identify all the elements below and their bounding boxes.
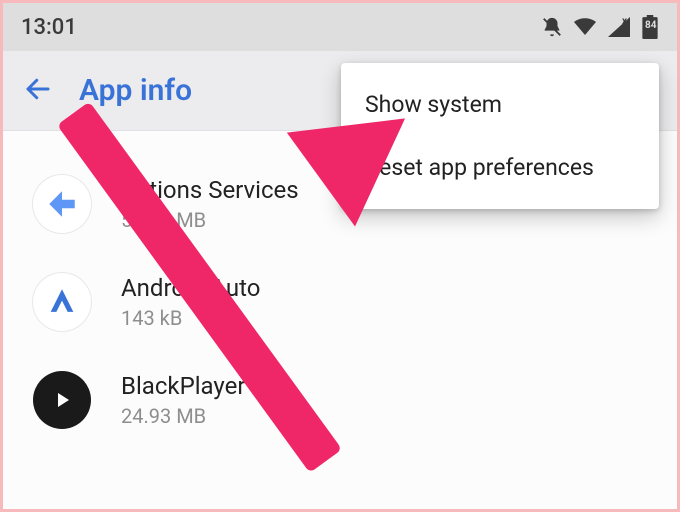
app-row[interactable]: Android Auto 143 kB [3,253,677,351]
status-icons: x 84 [541,15,659,39]
app-icon-actions-services [33,175,91,233]
page-title: App info [79,73,192,108]
screen: 13:01 x 84 App info [0,0,680,512]
app-name: BlackPlayer [121,372,246,400]
app-size: 24.93 MB [121,404,246,428]
back-button[interactable] [23,74,53,108]
menu-item-reset-app-preferences[interactable]: Reset app preferences [341,136,659,199]
app-name: Actions Services [121,176,299,204]
app-row-texts: Actions Services 54.38 MB [121,176,299,232]
app-size: 54.38 MB [121,208,299,232]
wifi-icon [573,17,597,37]
app-icon-blackplayer [33,371,91,429]
status-bar: 13:01 x 84 [3,3,677,51]
app-row-texts: Android Auto 143 kB [121,274,260,330]
app-row-texts: BlackPlayer 24.93 MB [121,372,246,428]
app-icon-android-auto [33,273,91,331]
battery-icon: 84 [641,15,659,39]
signal-no-data-icon: x [607,16,631,38]
overflow-menu: Show system Reset app preferences [341,63,659,209]
app-row[interactable]: BlackPlayer 24.93 MB [3,351,677,449]
menu-item-show-system[interactable]: Show system [341,73,659,136]
status-time: 13:01 [21,15,77,40]
dnd-off-icon [541,16,563,38]
battery-level: 84 [645,20,656,31]
app-name: Android Auto [121,274,260,302]
app-size: 143 kB [121,306,260,330]
